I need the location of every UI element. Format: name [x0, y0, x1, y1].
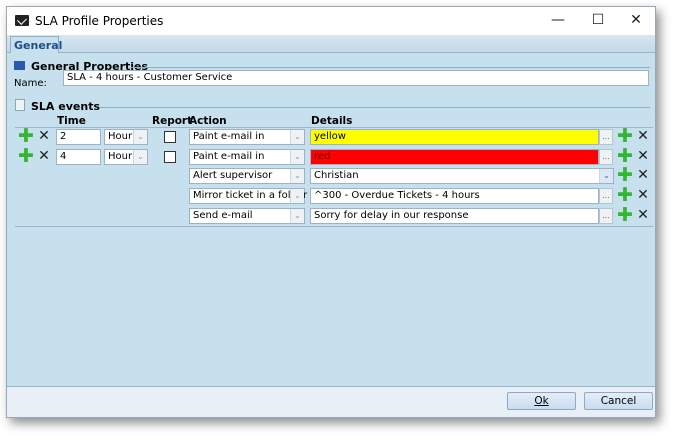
events-icon: [15, 99, 25, 111]
add-event-button[interactable]: ✚: [18, 127, 34, 146]
action-value: Paint e-mail in: [193, 150, 265, 162]
time-input[interactable]: 2: [56, 129, 101, 145]
dialog-footer: Ok Cancel: [7, 386, 655, 417]
dialog-window: SLA Profile Properties — ☐ ✕ General Gen…: [6, 6, 656, 418]
details-value: Christian: [314, 170, 359, 182]
chevron-down-icon: ⌄: [290, 189, 304, 204]
browse-button[interactable]: ...: [599, 188, 613, 205]
action-select[interactable]: Paint e-mail in ⌄: [189, 129, 305, 145]
time-unit-select[interactable]: Hour ⌄: [104, 148, 148, 165]
minimize-button[interactable]: —: [546, 10, 570, 30]
ok-button[interactable]: Ok: [507, 392, 576, 410]
action-select[interactable]: Send e-mail ⌄: [189, 207, 305, 224]
add-action-button[interactable]: ✚: [617, 205, 633, 224]
details-column-header: Details: [311, 115, 353, 127]
action-value: Alert supervisor: [193, 170, 273, 182]
name-label: Name:: [14, 78, 47, 89]
add-action-button[interactable]: ✚: [617, 186, 633, 205]
name-input[interactable]: SLA - 4 hours - Customer Service: [63, 70, 649, 86]
remove-action-button[interactable]: ✕: [636, 168, 650, 183]
action-value: Paint e-mail in: [193, 131, 265, 142]
properties-icon: [14, 61, 25, 70]
chevron-down-icon: ⌄: [133, 130, 147, 144]
tab-general[interactable]: General: [10, 36, 62, 54]
divider: [99, 107, 650, 108]
chevron-down-icon: ⌄: [290, 169, 304, 184]
remove-action-button[interactable]: ✕: [636, 207, 650, 223]
chevron-down-icon: ⌄: [290, 149, 304, 164]
action-select[interactable]: Alert supervisor ⌄: [189, 168, 305, 185]
time-unit-select[interactable]: Hour ⌄: [104, 129, 148, 145]
tab-bar: [7, 35, 655, 53]
window-title: SLA Profile Properties: [35, 14, 164, 28]
general-panel: General Properties Name: SLA - 4 hours -…: [7, 53, 655, 386]
browse-button[interactable]: ...: [599, 129, 613, 145]
report-column-header: Report: [152, 115, 193, 127]
browse-button[interactable]: ...: [599, 148, 613, 165]
time-column-header: Time: [57, 115, 86, 127]
divider: [15, 127, 653, 128]
close-button[interactable]: ✕: [624, 10, 648, 30]
details-input[interactable]: red: [310, 148, 599, 165]
action-column-header: Action: [189, 115, 227, 127]
action-select[interactable]: Mirror ticket in a folder ⌄: [189, 188, 307, 205]
add-action-button[interactable]: ✚: [617, 127, 633, 146]
cancel-button[interactable]: Cancel: [584, 392, 653, 410]
browse-button[interactable]: ...: [599, 207, 613, 224]
action-select[interactable]: Paint e-mail in ⌄: [189, 148, 305, 165]
details-select[interactable]: Christian ⌄: [310, 168, 614, 185]
details-input[interactable]: yellow: [310, 129, 599, 145]
app-icon: [15, 15, 29, 26]
time-unit-value: Hour: [108, 150, 133, 162]
details-input[interactable]: Sorry for delay in our response: [310, 207, 599, 224]
ok-label: Ok: [534, 395, 549, 407]
divider: [15, 226, 653, 227]
report-checkbox[interactable]: [164, 131, 176, 143]
remove-action-button[interactable]: ✕: [636, 188, 650, 203]
remove-action-button[interactable]: ✕: [636, 129, 650, 144]
details-input[interactable]: ^300 - Overdue Tickets - 4 hours: [310, 188, 599, 205]
cancel-label: Cancel: [600, 395, 637, 407]
chevron-down-icon: ⌄: [599, 169, 613, 184]
remove-event-button[interactable]: ✕: [37, 148, 51, 164]
sla-events-header: SLA events: [31, 100, 101, 113]
report-checkbox[interactable]: [164, 150, 176, 163]
chevron-down-icon: ⌄: [290, 208, 304, 223]
maximize-button[interactable]: ☐: [586, 10, 610, 30]
add-action-button[interactable]: ✚: [617, 166, 633, 185]
action-value: Send e-mail: [193, 209, 253, 221]
chevron-down-icon: ⌄: [133, 149, 147, 164]
divider: [130, 67, 650, 68]
add-action-button[interactable]: ✚: [617, 146, 633, 165]
add-event-button[interactable]: ✚: [18, 146, 34, 165]
time-unit-value: Hour: [108, 131, 133, 142]
time-input[interactable]: 4: [56, 148, 101, 165]
remove-event-button[interactable]: ✕: [37, 129, 51, 144]
remove-action-button[interactable]: ✕: [636, 148, 650, 164]
chevron-down-icon: ⌄: [290, 130, 304, 144]
